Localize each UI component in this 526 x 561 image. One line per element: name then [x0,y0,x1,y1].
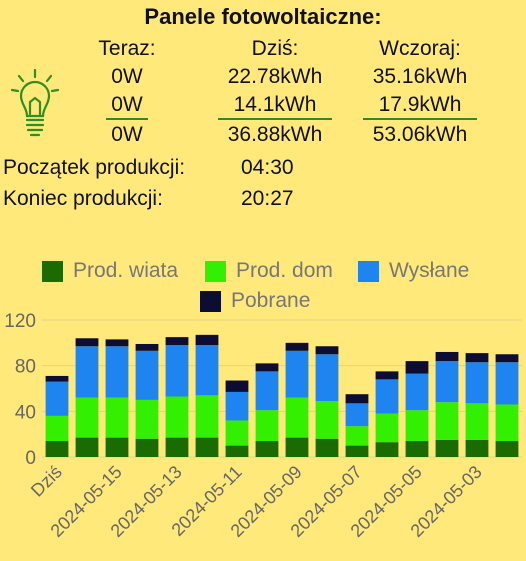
bar-segment-wys-ane [435,361,459,403]
bar-segment-prod-wiata [75,437,99,457]
bar-segment-wys-ane [375,379,399,414]
bar-segment-wys-ane [255,371,279,411]
row2-now: 0W [106,92,148,120]
bar-segment-prod-dom [225,420,249,446]
bar-segment-pobrane [105,339,129,347]
bar-segment-pobrane [255,363,279,372]
bar-segment-prod-wiata [135,438,159,457]
bar-segment-prod-wiata [105,437,129,457]
bar-segment-wys-ane [165,345,189,397]
y-tick-label: 40 [15,402,36,423]
bar-segment-pobrane [345,394,369,404]
bar-segment-pobrane [495,354,519,363]
legend-label: Wysłane [389,259,470,282]
legend-item-wyslane[interactable]: Wysłane [358,258,469,284]
bar-segment-prod-wiata [375,442,399,457]
y-tick-label: 0 [25,448,36,469]
page-title: Panele fotowoltaiczne: [144,4,382,29]
bar-segment-prod-wiata [495,441,519,457]
legend-label: Prod. wiata [73,259,179,282]
row2-yesterday: 17.9kWh [363,92,477,120]
bar-segment-prod-dom [315,401,339,439]
bar-segment-prod-dom [75,397,99,438]
bar-segment-wys-ane [315,354,339,402]
bar-segment-prod-wiata [285,437,309,457]
bar-segment-pobrane [375,371,399,380]
row1-today: 22.78kWh [227,65,323,88]
bar-segment-prod-wiata [45,441,69,457]
legend-item-prod-dom[interactable]: Prod. dom [205,258,333,284]
bar-segment-wys-ane [225,391,249,421]
legend-swatch [358,260,379,282]
bar-segment-pobrane [465,353,489,363]
bar-segment-prod-dom [45,415,69,442]
bar-segment-prod-dom [405,410,429,442]
bar-segment-wys-ane [75,346,99,398]
y-tick-label: 80 [15,357,36,378]
production-end: Koniec produkcji: 20:27 [3,187,294,211]
bar-segment-wys-ane [345,403,369,427]
bar-segment-prod-dom [435,402,459,440]
production-start: Początek produkcji: 04:30 [3,156,294,180]
stats-table: Teraz: Dziś: Wczoraj: 0W 22.78kWh 35.16k… [0,34,526,154]
bar-segment-pobrane [135,343,159,351]
bar-segment-prod-wiata [345,445,369,457]
bar-segment-wys-ane [405,373,429,411]
bar-segment-pobrane [75,338,99,347]
header-now: Teraz: [98,37,156,60]
production-end-value: 20:27 [241,187,294,210]
bar-segment-prod-wiata [195,437,219,457]
bar-segment-wys-ane [495,362,519,405]
bar-segment-prod-dom [345,426,369,446]
bar-segment-prod-wiata [465,439,489,457]
bar-segment-prod-wiata [255,441,279,457]
header-yesterday: Wczoraj: [379,37,461,60]
bar-segment-pobrane [195,334,219,346]
bar-segment-pobrane [435,351,459,362]
legend-item-prod-wiata[interactable]: Prod. wiata [42,258,178,284]
lightbulb-icon [10,68,60,137]
y-tick-label: 120 [4,311,36,332]
production-end-label: Koniec produkcji: [3,187,163,210]
row1-now: 0W [111,65,143,88]
production-start-value: 04:30 [241,156,294,179]
bar-segment-wys-ane [45,381,69,416]
legend-label: Prod. dom [236,259,333,282]
production-start-label: Początek produkcji: [3,156,186,179]
bar-segment-wys-ane [195,345,219,396]
bar-segment-prod-dom [255,410,279,442]
row3-yesterday: 53.06kWh [372,123,468,146]
bar-segment-pobrane [225,380,249,392]
bar-segment-pobrane [165,337,189,346]
bar-segment-prod-wiata [435,439,459,457]
bar-segment-wys-ane [135,350,159,400]
legend-swatch [205,260,226,282]
bar-segment-prod-dom [105,397,129,438]
bar-segment-prod-wiata [315,438,339,457]
bar-segment-pobrane [285,342,309,351]
bar-segment-prod-dom [495,404,519,442]
row3-today: 36.88kWh [227,123,323,146]
bar-segment-prod-dom [135,399,159,439]
header-today: Dziś: [251,37,299,60]
row1-yesterday: 35.16kWh [372,65,468,88]
bar-segment-prod-wiata [165,437,189,457]
legend-swatch [42,260,63,282]
bar-segment-prod-dom [195,395,219,438]
row2-today: 14.1kWh [218,92,332,120]
bar-segment-wys-ane [105,346,129,398]
bar-segment-pobrane [405,361,429,374]
bar-segment-wys-ane [285,350,309,398]
bar-segment-prod-dom [165,396,189,438]
bar-segment-pobrane [45,375,69,382]
bar-segment-prod-dom [375,413,399,443]
bar-segment-wys-ane [465,362,489,404]
bar-segment-prod-wiata [405,441,429,457]
bar-segment-prod-dom [465,403,489,440]
bar-segment-prod-dom [285,397,309,438]
bar-chart: 04080120Dziś2024-05-152024-05-132024-05-… [4,311,522,541]
bar-segment-prod-wiata [225,445,249,457]
bar-segment-pobrane [315,346,339,355]
row3-now: 0W [111,123,143,146]
